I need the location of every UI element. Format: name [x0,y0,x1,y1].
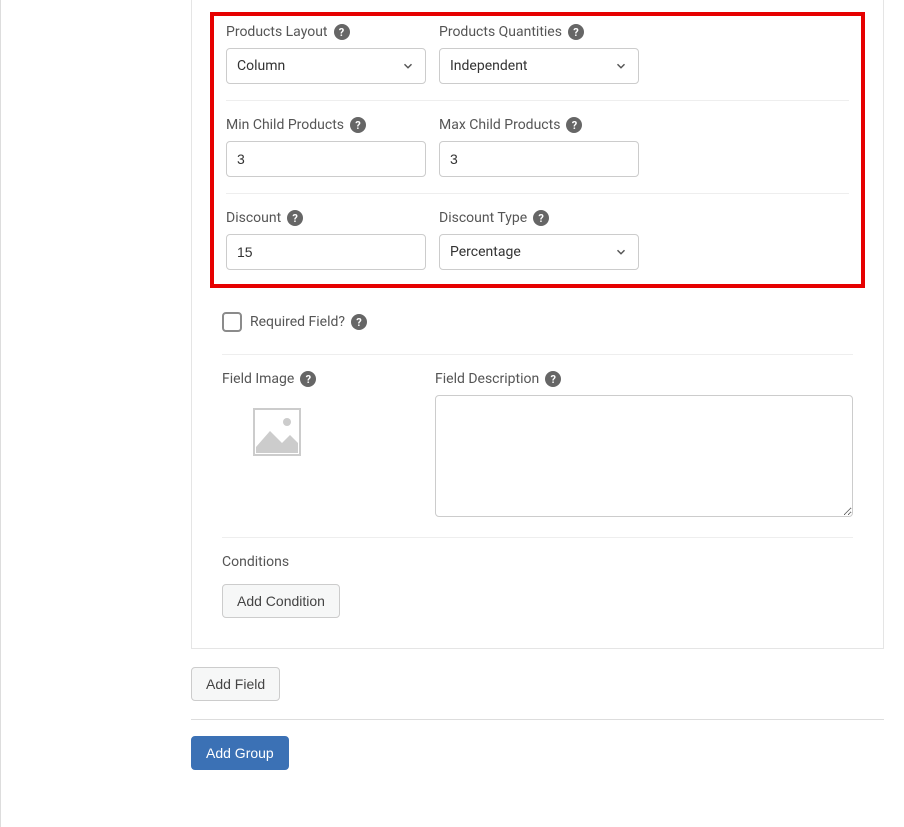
products-quantities-select[interactable]: Independent [439,48,639,84]
min-child-products-input[interactable] [226,141,426,177]
field-description-textarea[interactable] [435,395,853,517]
field-image-placeholder[interactable] [252,407,302,457]
divider [222,537,853,538]
add-condition-button[interactable]: Add Condition [222,584,340,618]
field-image-label: Field Image [222,371,294,387]
chevron-down-icon [614,59,628,73]
help-icon[interactable]: ? [334,24,350,40]
help-icon[interactable]: ? [533,210,549,226]
add-group-button[interactable]: Add Group [191,736,289,770]
help-icon[interactable]: ? [568,24,584,40]
field-settings-panel: Products Layout ? Column Products Quanti… [191,0,884,649]
image-placeholder-icon [252,407,302,457]
products-layout-label: Products Layout [226,24,328,40]
help-icon[interactable]: ? [351,314,367,330]
help-icon[interactable]: ? [566,117,582,133]
divider [226,100,849,101]
products-quantities-value: Independent [450,58,528,74]
chevron-down-icon [614,245,628,259]
chevron-down-icon [401,59,415,73]
help-icon[interactable]: ? [300,371,316,387]
discount-input[interactable] [226,234,426,270]
conditions-label: Conditions [222,554,853,570]
help-icon[interactable]: ? [287,210,303,226]
max-child-products-label: Max Child Products [439,117,560,133]
required-field-checkbox[interactable] [222,312,242,332]
add-field-button[interactable]: Add Field [191,667,280,701]
discount-type-select[interactable]: Percentage [439,234,639,270]
help-icon[interactable]: ? [545,371,561,387]
max-child-products-input[interactable] [439,141,639,177]
products-layout-value: Column [237,58,285,74]
required-field-label: Required Field? [250,314,345,330]
min-child-products-label: Min Child Products [226,117,344,133]
discount-type-value: Percentage [450,244,521,260]
divider [226,193,849,194]
highlighted-settings-box: Products Layout ? Column Products Quanti… [210,12,865,288]
help-icon[interactable]: ? [350,117,366,133]
products-layout-select[interactable]: Column [226,48,426,84]
field-description-label: Field Description [435,371,539,387]
divider [222,354,853,355]
products-quantities-label: Products Quantities [439,24,562,40]
discount-label: Discount [226,210,281,226]
discount-type-label: Discount Type [439,210,527,226]
